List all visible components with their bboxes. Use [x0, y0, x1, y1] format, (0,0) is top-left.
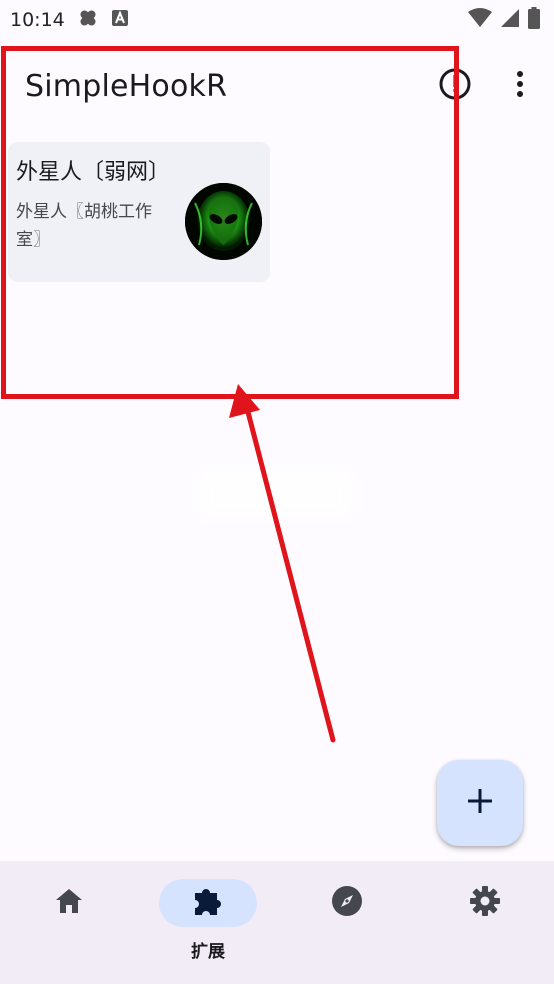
home-icon	[54, 887, 84, 919]
more-vert-icon	[515, 69, 525, 103]
status-time: 10:14	[10, 9, 65, 31]
more-options-button[interactable]	[500, 66, 540, 106]
bandage-icon	[77, 7, 99, 33]
bottom-navigation: 扩展	[0, 861, 554, 984]
puzzle-icon	[191, 884, 225, 922]
plus-icon	[467, 788, 493, 818]
nav-pill-explore	[298, 879, 396, 927]
nav-item-extensions[interactable]: 扩展	[158, 879, 258, 969]
wifi-icon	[468, 8, 492, 32]
annotation-highlight-box	[1, 46, 459, 399]
nav-pill-settings	[436, 879, 534, 927]
nav-item-settings[interactable]	[435, 879, 535, 969]
battery-icon	[528, 7, 540, 33]
status-bar: 10:14	[0, 0, 554, 40]
signal-icon	[500, 8, 520, 32]
nav-pill-extensions	[159, 879, 257, 927]
gear-icon	[469, 885, 501, 921]
nav-item-explore[interactable]	[297, 879, 397, 969]
blurred-watermark	[200, 472, 350, 516]
add-extension-button[interactable]	[437, 760, 523, 846]
a-box-icon	[111, 9, 129, 31]
nav-label-extensions: 扩展	[191, 942, 225, 962]
nav-item-home[interactable]	[19, 879, 119, 969]
nav-pill-home	[20, 879, 118, 927]
compass-icon	[331, 885, 363, 921]
